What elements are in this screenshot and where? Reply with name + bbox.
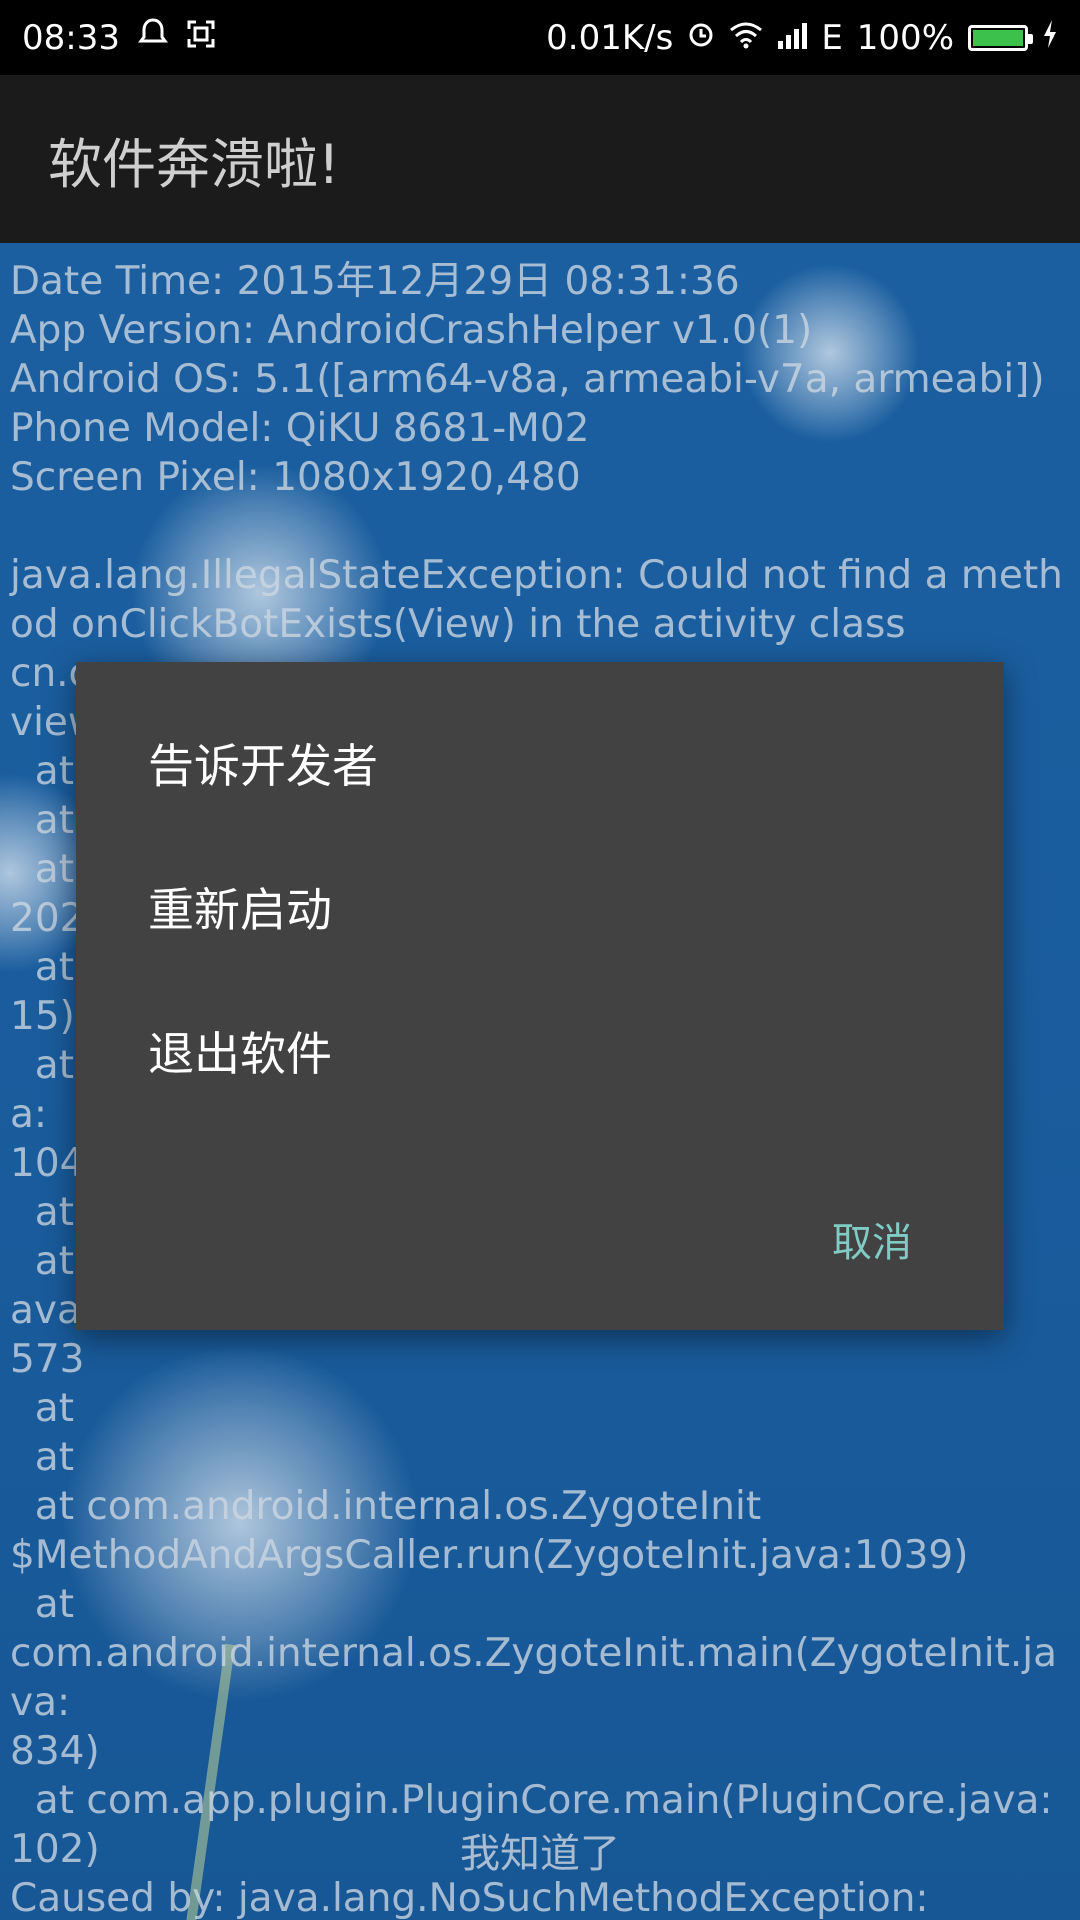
menu-item-exit-app[interactable]: 退出软件 xyxy=(148,1018,332,1084)
alarm-icon xyxy=(687,18,715,58)
log-line: Caused by: java.lang.NoSuchMethodExcepti… xyxy=(10,1876,929,1920)
charging-icon xyxy=(1042,18,1058,58)
log-line: at com.android.internal.os.ZygoteInit xyxy=(10,1484,762,1529)
log-line: $MethodAndArgsCaller.run(ZygoteInit.java… xyxy=(10,1533,969,1578)
options-dialog: 告诉开发者 重新启动 退出软件 取消 xyxy=(76,662,1004,1330)
acknowledge-button[interactable]: 我知道了 xyxy=(0,1821,1080,1879)
log-line: at com.app.plugin.PluginCore.main(Plugin… xyxy=(10,1778,1053,1823)
page-title: 软件奔溃啦! xyxy=(48,132,340,196)
log-line: java.lang.IllegalStateException: Could n… xyxy=(10,553,1063,647)
log-line: Phone Model: QiKU 8681-M02 xyxy=(10,406,590,451)
log-line: Date Time: 2015年12月29日 08:31:36 xyxy=(10,259,740,304)
status-time: 08:33 xyxy=(22,17,120,58)
battery-level xyxy=(973,29,1023,46)
menu-item-tell-developer[interactable]: 告诉开发者 xyxy=(148,730,378,796)
network-type: E xyxy=(821,17,843,58)
log-line: Android OS: 5.1([arm64-v8a, armeabi-v7a,… xyxy=(10,357,1045,402)
log-line: App Version: AndroidCrashHelper v1.0(1) xyxy=(10,308,813,353)
signal-icon xyxy=(777,18,808,58)
log-line: Screen Pixel: 1080x1920,480 xyxy=(10,455,581,500)
notification-bell-icon xyxy=(137,17,168,58)
battery-icon xyxy=(968,24,1033,51)
log-line: com.android.internal.os.ZygoteInit.main(… xyxy=(10,1631,1057,1725)
log-line: at xyxy=(10,1582,74,1627)
battery-percent: 100% xyxy=(856,17,954,58)
screenshot-icon xyxy=(186,18,216,58)
app-bar: 软件奔溃啦! xyxy=(0,75,1080,243)
log-line: 573 xyxy=(10,1337,85,1382)
net-speed: 0.01K/s xyxy=(546,17,674,58)
log-line: at xyxy=(10,1386,74,1431)
cancel-button[interactable]: 取消 xyxy=(832,1210,912,1268)
status-bar: 08:33 0.01K/s E 100% xyxy=(0,0,1080,75)
wifi-icon xyxy=(729,18,763,58)
menu-item-restart[interactable]: 重新启动 xyxy=(148,874,332,940)
log-line: at xyxy=(10,1435,74,1480)
log-line: 834) xyxy=(10,1729,100,1774)
